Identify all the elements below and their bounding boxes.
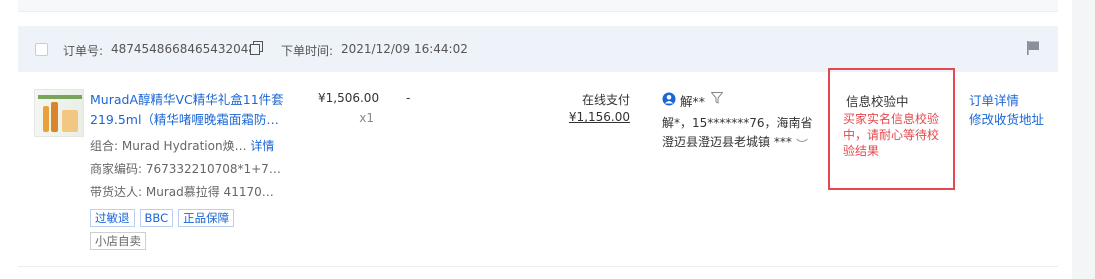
combo-row: 组合: Murad Hydration焕… 详情 [90, 137, 274, 154]
created-time: 2021/12/09 16:44:02 [341, 42, 468, 56]
page-scrollbar-track[interactable] [1075, 0, 1095, 279]
tag-allergy-refund: 过敏退 [90, 209, 135, 227]
quantity: x1 [359, 111, 374, 125]
promoter-row: 带货达人: Murad慕拉得 41170… [90, 183, 274, 200]
buyer-name: 解** [680, 94, 706, 109]
detail-link[interactable]: 详情 [250, 139, 274, 153]
merchant-code-label: 商家编码: [90, 162, 143, 176]
filter-icon[interactable] [711, 92, 723, 104]
eye-icon[interactable] [796, 137, 808, 145]
order-no-label: 订单号: [63, 44, 104, 58]
created-time-label: 下单时间: [281, 44, 334, 58]
order-no: 4874548668465432048 [111, 42, 257, 56]
previous-order-bottom [18, 0, 1058, 12]
combo-value: Murad Hydration焕… [121, 139, 247, 153]
verification-highlight: 信息校验中 买家实名信息校验中，请耐心等待校验结果 [828, 68, 955, 190]
buyer-address: 解*，15*******76，海南省澄迈县澄迈县老城镇 *** [662, 116, 813, 149]
promoter: Murad慕拉得 41170… [145, 185, 274, 199]
order-body: MuradA醇精华VC精华礼盒11件套219.5ml（精华啫喱晚霜面霜防… 组合… [18, 68, 1058, 267]
product-tags: 过敏退 BBC 正品保障 [90, 209, 235, 227]
copy-icon[interactable] [250, 41, 263, 55]
verification-description: 买家实名信息校验中，请耐心等待校验结果 [843, 112, 940, 158]
order-header: 订单号: 4874548668465432048 下单时间: 2021/12/0… [18, 26, 1058, 72]
product-thumbnail[interactable] [34, 89, 84, 137]
order-select-checkbox[interactable] [35, 43, 48, 56]
product-title[interactable]: MuradA醇精华VC精华礼盒11件套219.5ml（精华啫喱晚霜面霜防… [90, 90, 285, 130]
merchant-code-row: 商家编码: 767332210708*1+7… [90, 160, 281, 177]
shop-tag: 小店自卖 [90, 232, 146, 250]
unit-price: ¥1,506.00 [318, 91, 380, 105]
modify-address-link[interactable]: 修改收货地址 [969, 109, 1044, 128]
tag-bbc: BBC [139, 209, 174, 227]
payment-type: 在线支付 [581, 93, 630, 107]
combo-label: 组合: [90, 139, 119, 153]
tag-genuine: 正品保障 [178, 209, 235, 227]
order-list-panel: 订单号: 4874548668465432048 下单时间: 2021/12/0… [0, 0, 1072, 279]
promoter-label: 带货达人: [90, 185, 143, 199]
order-detail-link[interactable]: 订单详情 [969, 90, 1019, 109]
payment-amount: ¥1,156.00 [568, 110, 630, 124]
after-sale-status: - [406, 91, 411, 105]
verification-status: 信息校验中 [846, 94, 909, 109]
merchant-code: 767332210708*1+7… [145, 162, 281, 176]
flag-icon[interactable] [1025, 40, 1041, 56]
buyer-avatar-icon[interactable] [662, 92, 676, 106]
